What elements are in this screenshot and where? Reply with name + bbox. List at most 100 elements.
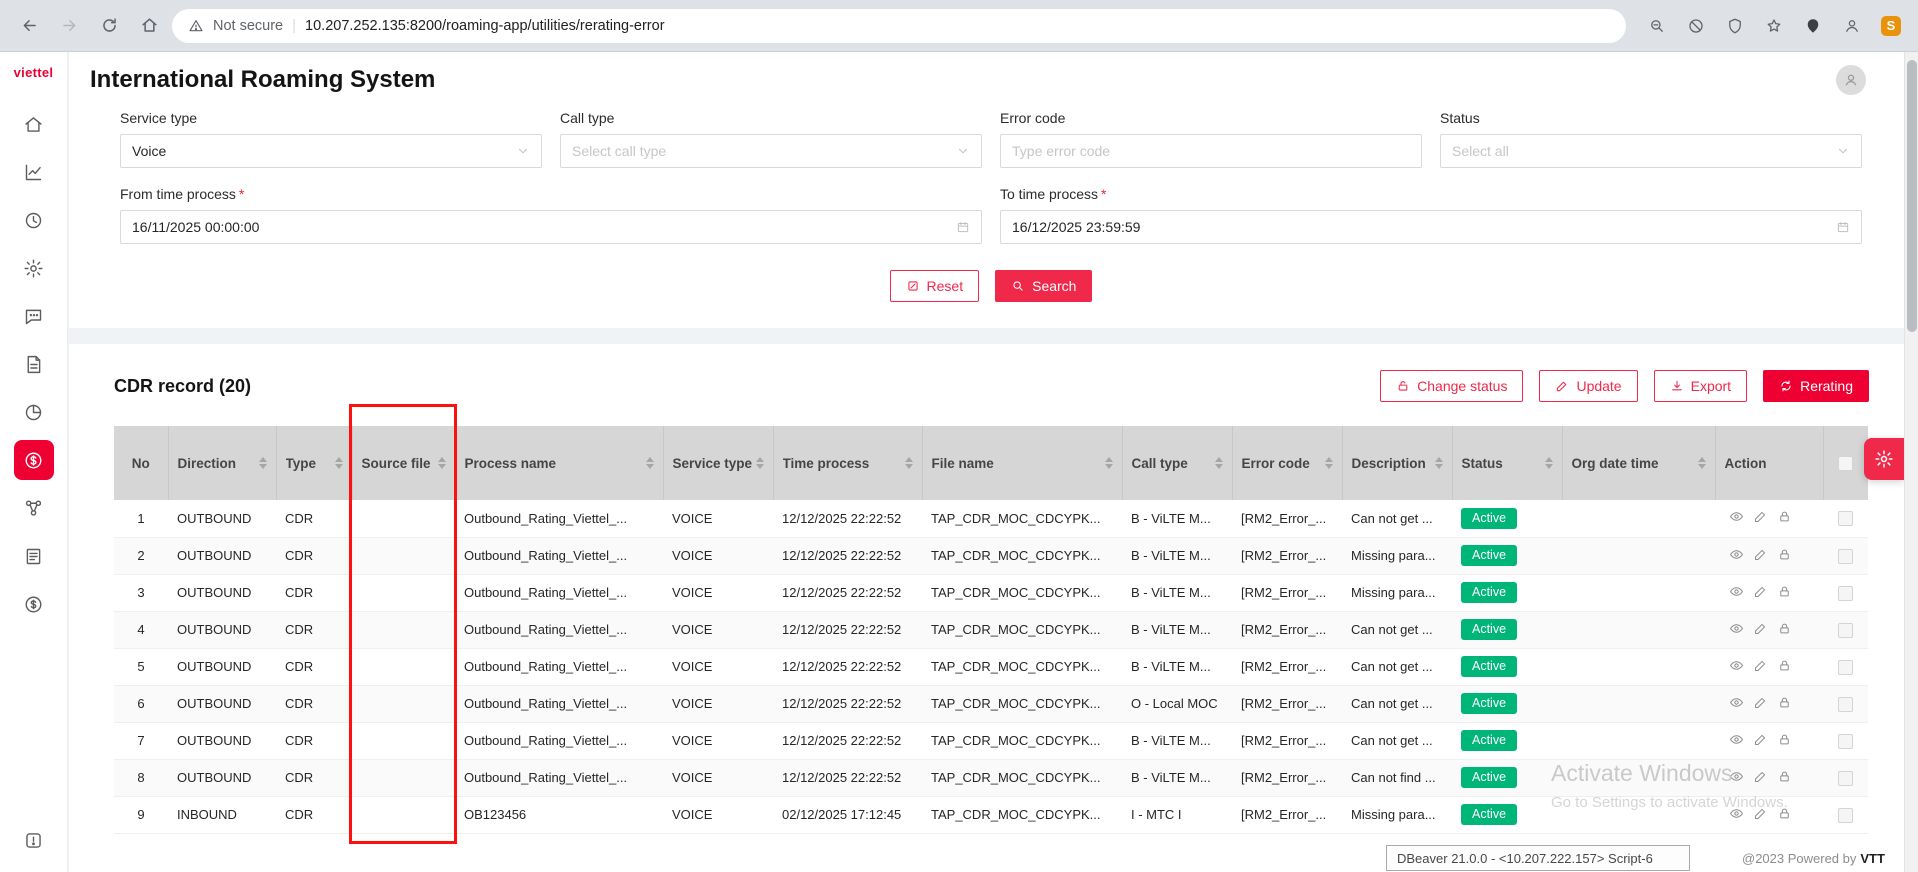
sort-icon[interactable] [646, 457, 654, 469]
view-icon[interactable] [1729, 621, 1744, 636]
row-checkbox[interactable] [1838, 660, 1853, 675]
sidebar-item-logs[interactable] [14, 536, 54, 576]
sort-icon[interactable] [1698, 457, 1706, 469]
sort-icon[interactable] [1435, 457, 1443, 469]
lock-icon[interactable] [1777, 621, 1792, 636]
view-icon[interactable] [1729, 584, 1744, 599]
row-checkbox[interactable] [1838, 697, 1853, 712]
status-select[interactable]: Select all [1440, 134, 1862, 168]
lock-icon[interactable] [1777, 547, 1792, 562]
zoom-out-icon[interactable] [1642, 11, 1672, 41]
sidebar-item-home[interactable] [14, 104, 54, 144]
refresh-icon[interactable] [92, 9, 126, 43]
extension-icon[interactable] [1798, 11, 1828, 41]
lock-icon[interactable] [1777, 658, 1792, 673]
view-icon[interactable] [1729, 509, 1744, 524]
forward-icon[interactable] [52, 9, 86, 43]
edit-icon[interactable] [1753, 509, 1768, 524]
back-icon[interactable] [12, 9, 46, 43]
row-checkbox[interactable] [1838, 586, 1853, 601]
from-time-picker[interactable]: 16/11/2025 00:00:00 [120, 210, 982, 244]
reset-button[interactable]: Reset [890, 270, 980, 302]
sort-icon[interactable] [1325, 457, 1333, 469]
sort-icon[interactable] [1545, 457, 1553, 469]
view-icon[interactable] [1729, 547, 1744, 562]
row-checkbox[interactable] [1838, 511, 1853, 526]
edit-icon[interactable] [1753, 621, 1768, 636]
lock-icon[interactable] [1777, 584, 1792, 599]
lock-icon[interactable] [1777, 806, 1792, 821]
search-button[interactable]: Search [995, 270, 1092, 302]
sort-icon[interactable] [756, 457, 764, 469]
change-status-button[interactable]: Change status [1380, 370, 1523, 402]
view-icon[interactable] [1729, 769, 1744, 784]
user-avatar[interactable] [1836, 65, 1866, 95]
column-header-file_name[interactable]: File name [922, 426, 1122, 500]
sidebar-item-settings[interactable] [14, 248, 54, 288]
sort-icon[interactable] [259, 457, 267, 469]
edit-icon[interactable] [1753, 732, 1768, 747]
s-extension-icon[interactable]: S [1876, 11, 1906, 41]
row-checkbox[interactable] [1838, 771, 1853, 786]
sort-icon[interactable] [1105, 457, 1113, 469]
sidebar-item-revenue[interactable] [14, 584, 54, 624]
sidebar-item-rerating-active[interactable] [14, 440, 54, 480]
profile-icon[interactable] [1837, 11, 1867, 41]
column-header-call_type[interactable]: Call type [1122, 426, 1232, 500]
edit-icon[interactable] [1753, 695, 1768, 710]
column-header-service_type[interactable]: Service type [663, 426, 773, 500]
shield-icon[interactable] [1720, 11, 1750, 41]
sidebar-item-messages[interactable] [14, 296, 54, 336]
sidebar-item-cluster[interactable] [14, 488, 54, 528]
lock-icon[interactable] [1777, 695, 1792, 710]
sort-icon[interactable] [335, 457, 343, 469]
column-header-source_file[interactable]: Source file [352, 426, 455, 500]
edit-icon[interactable] [1753, 547, 1768, 562]
view-icon[interactable] [1729, 806, 1744, 821]
address-bar[interactable]: Not secure | 10.207.252.135:8200/roaming… [172, 9, 1626, 43]
call-type-select[interactable]: Select call type [560, 134, 982, 168]
edit-icon[interactable] [1753, 584, 1768, 599]
sidebar-item-reports[interactable] [14, 392, 54, 432]
edit-icon[interactable] [1753, 658, 1768, 673]
sidebar-item-support[interactable] [14, 820, 54, 860]
update-button[interactable]: Update [1539, 370, 1637, 402]
edit-icon[interactable] [1753, 806, 1768, 821]
sidebar-item-files[interactable] [14, 344, 54, 384]
bookmark-star-icon[interactable] [1759, 11, 1789, 41]
column-header-type[interactable]: Type [276, 426, 352, 500]
row-checkbox[interactable] [1838, 623, 1853, 638]
view-icon[interactable] [1729, 732, 1744, 747]
theme-settings-fab[interactable] [1864, 438, 1904, 480]
column-header-org_date_time[interactable]: Org date time [1562, 426, 1715, 500]
sidebar-item-history[interactable] [14, 200, 54, 240]
error-code-input[interactable] [1012, 143, 1410, 159]
sort-icon[interactable] [438, 457, 446, 469]
select-all-checkbox[interactable] [1838, 456, 1853, 471]
column-header-direction[interactable]: Direction [168, 426, 276, 500]
view-icon[interactable] [1729, 658, 1744, 673]
row-checkbox[interactable] [1838, 549, 1853, 564]
sort-icon[interactable] [1215, 457, 1223, 469]
column-header-error_code[interactable]: Error code [1232, 426, 1342, 500]
scrollbar-thumb[interactable] [1907, 60, 1917, 332]
lock-icon[interactable] [1777, 509, 1792, 524]
blocked-content-icon[interactable] [1681, 11, 1711, 41]
view-icon[interactable] [1729, 695, 1744, 710]
column-header-status[interactable]: Status [1452, 426, 1562, 500]
service-type-select[interactable]: Voice [120, 134, 542, 168]
rerating-button[interactable]: Rerating [1763, 370, 1869, 402]
lock-icon[interactable] [1777, 732, 1792, 747]
export-button[interactable]: Export [1654, 370, 1747, 402]
lock-icon[interactable] [1777, 769, 1792, 784]
column-header-time_process[interactable]: Time process [773, 426, 922, 500]
page-scrollbar[interactable] [1904, 52, 1918, 872]
home-icon[interactable] [132, 9, 166, 43]
column-header-description[interactable]: Description [1342, 426, 1452, 500]
sort-icon[interactable] [905, 457, 913, 469]
row-checkbox[interactable] [1838, 734, 1853, 749]
sidebar-item-dashboard[interactable] [14, 152, 54, 192]
edit-icon[interactable] [1753, 769, 1768, 784]
column-header-process_name[interactable]: Process name [455, 426, 663, 500]
to-time-picker[interactable]: 16/12/2025 23:59:59 [1000, 210, 1862, 244]
